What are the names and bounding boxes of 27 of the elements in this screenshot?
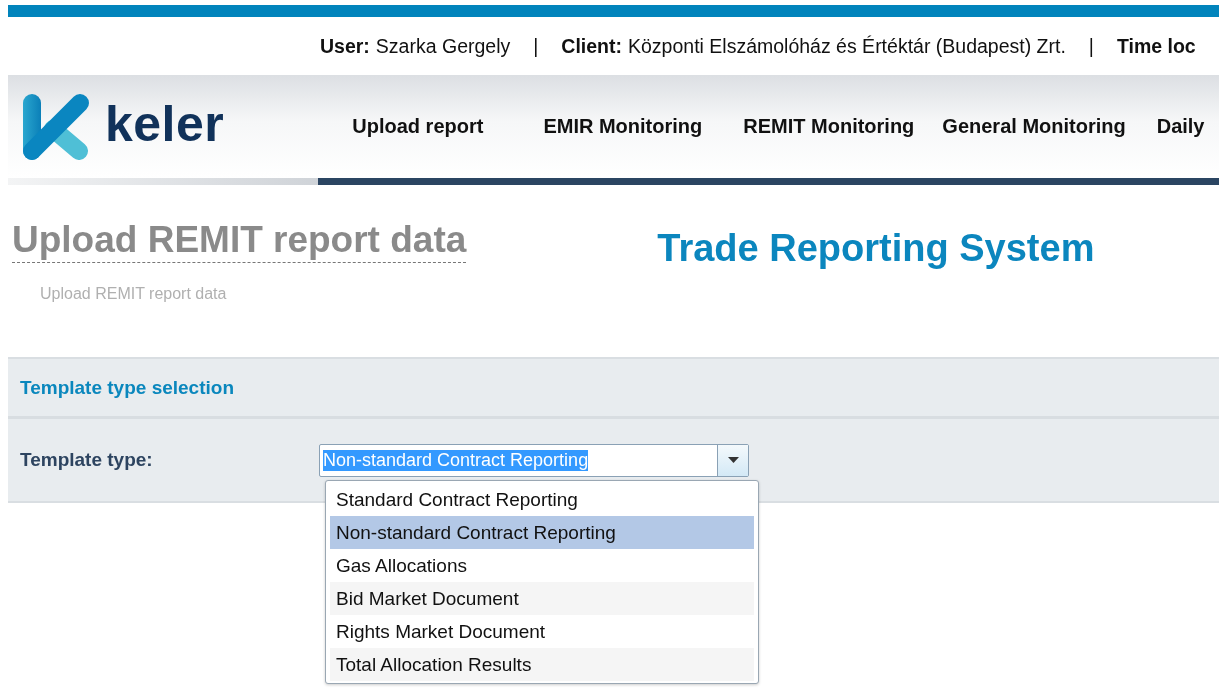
nav-link[interactable]: Upload report [352, 115, 484, 138]
dropdown-option[interactable]: Total Allocation Results [330, 648, 754, 681]
brand-name: keler [105, 98, 225, 149]
selected-text: Non-standard Contract Reporting [323, 449, 589, 471]
caret-icon [727, 457, 739, 463]
section-title: Template type selection [20, 376, 234, 399]
user-info-value: Központi Elszámolóház és Értéktár (Budapest) Zrt. [628, 34, 1066, 58]
dropdown-option[interactable]: Gas Allocations [330, 549, 754, 582]
nav-link[interactable]: EMIR Monitoring [543, 115, 703, 138]
breadcrumb: Upload REMIT report data [40, 285, 228, 303]
dropdown-option[interactable]: Rights Market Document [330, 615, 754, 648]
page-title: Upload REMIT report data [12, 217, 467, 263]
separator: | [1088, 34, 1094, 58]
nav-link[interactable]: REMIT Monitoring [743, 115, 915, 138]
nav-link[interactable]: General Monitoring [942, 115, 1126, 138]
field-label: Template type: [20, 449, 154, 471]
system-title: Trade Reporting System [657, 227, 1095, 270]
user-info-label: Client: [561, 34, 622, 58]
separator: | [533, 34, 539, 58]
user-info-label: Time loc [1116, 34, 1196, 58]
user-info-value: Szarka Gergely [375, 34, 511, 58]
dropdown-option[interactable]: Non-standard Contract Reporting [330, 516, 754, 549]
nav-link[interactable]: Daily [1156, 115, 1205, 138]
dropdown-option[interactable]: Standard Contract Reporting [330, 483, 754, 516]
dropdown-option[interactable]: Bid Market Document [330, 582, 754, 615]
user-info-label: User: [320, 34, 370, 58]
dropdown-button[interactable] [717, 444, 748, 476]
